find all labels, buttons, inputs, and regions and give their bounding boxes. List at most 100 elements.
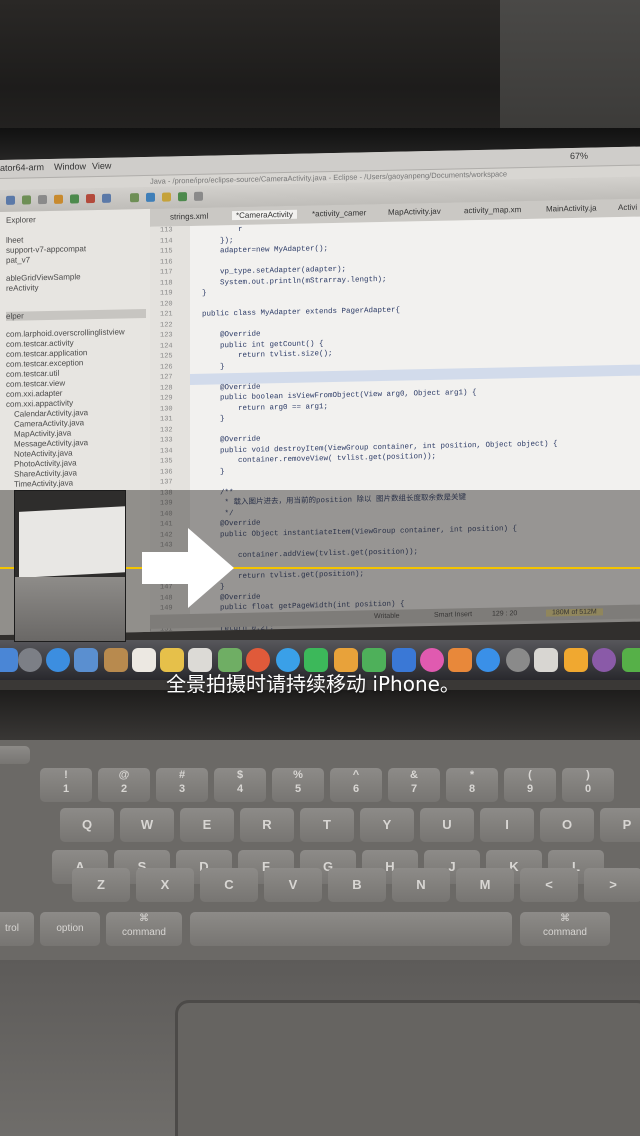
line-number: 123 (160, 331, 173, 340)
key-8: * 8 (446, 768, 498, 802)
thumbnail-screen (19, 506, 125, 578)
line-number: 118 (160, 278, 173, 288)
explorer-item: com.testcar.util (6, 368, 60, 379)
key-6: ^ 6 (330, 768, 382, 802)
key-c: C (200, 868, 258, 902)
key-7-symbol: & (410, 769, 418, 781)
key-u: U (420, 808, 474, 842)
command-symbol-icon: ⌘ (139, 913, 149, 924)
line-number: 127 (160, 373, 173, 382)
key-command-right: ⌘ command (520, 912, 610, 946)
key-comma: < (520, 868, 578, 902)
toolbar-icon (86, 194, 95, 204)
explorer-item: CalendarActivity.java (14, 408, 89, 419)
menubar-item-window: Window (54, 161, 87, 172)
key-command-left-label: command (122, 927, 166, 938)
key-r: R (240, 808, 294, 842)
explorer-item: TimeActivity.java (14, 478, 74, 489)
key-9-symbol: ( (528, 769, 532, 781)
line-number: 119 (160, 289, 173, 298)
key-6-symbol: ^ (352, 769, 360, 781)
key-5-symbol: % (293, 769, 303, 781)
key-1-number: 1 (62, 783, 70, 795)
explorer-item: NoteActivity.java (14, 448, 73, 459)
key-space (190, 912, 512, 946)
key-o: O (540, 808, 594, 842)
line-number: 133 (160, 436, 173, 445)
line-number: 114 (160, 236, 173, 246)
line-number: 134 (160, 446, 173, 456)
key-6-number: 6 (352, 783, 360, 795)
line-number: 117 (160, 268, 173, 277)
explorer-item: MessageActivity.java (14, 438, 89, 449)
toolbar-icon (54, 194, 63, 204)
line-number: 137 (160, 478, 173, 487)
tab-strings-xml: strings.xml (170, 211, 209, 222)
battery-level: 67% (570, 150, 589, 162)
tab-activity-map: activity_map.xm (464, 205, 522, 216)
explorer-item: com.xxi.appactivity (6, 398, 74, 409)
key-0-symbol: ) (586, 769, 590, 781)
explorer-item: elper (6, 308, 146, 321)
line-number: 128 (160, 383, 173, 393)
key-e: E (180, 808, 234, 842)
line-number: 130 (160, 404, 173, 414)
key-0-number: 0 (584, 783, 592, 795)
key-m: M (456, 868, 514, 902)
line-number: 116 (160, 257, 173, 267)
line-number: 126 (160, 362, 173, 372)
key-tab (0, 746, 30, 764)
tab-activity-camer: *activity_camer (312, 208, 367, 219)
explorer-item: com.testcar.view (6, 378, 66, 389)
tab-camera-activity: *CameraActivity (232, 209, 297, 221)
key-2: @2 (98, 768, 150, 802)
key-4: $4 (214, 768, 266, 802)
line-number: 129 (160, 394, 173, 403)
key-3-number: 3 (178, 783, 186, 795)
key-8-number: 8 (468, 783, 476, 795)
key-9: (9 (504, 768, 556, 802)
key-w: W (120, 808, 174, 842)
explorer-item: com.testcar.application (6, 348, 88, 359)
key-q: Q (60, 808, 114, 842)
explorer-item: ShareActivity.java (14, 468, 77, 479)
line-number: 120 (160, 299, 173, 309)
key-command-left: ⌘ command (106, 912, 182, 946)
key-5-number: 5 (294, 783, 302, 795)
explorer-item: lheet (6, 235, 24, 245)
explorer-item: com.larphoid.overscrollinglistview (6, 327, 125, 339)
key-n: N (392, 868, 450, 902)
key-period: > (584, 868, 640, 902)
key-4-symbol: $ (236, 769, 244, 781)
line-number: 124 (160, 341, 173, 351)
explorer-item: pat_v7 (6, 255, 31, 265)
explorer-item: reActivity (6, 283, 39, 293)
panorama-instruction: 全景拍摄时请持续移动 iPhone。 (0, 668, 640, 697)
key-option: option (40, 912, 100, 946)
line-number: 132 (160, 425, 173, 435)
key-0: ) 0 (562, 768, 614, 802)
explorer-item: Explorer (6, 215, 36, 225)
laptop-keyboard: ! 1 @2 #3 $4 % 5 ^ 6 & 7 * 8 (9 ) 0 Q W E R T … (0, 740, 640, 960)
key-1-symbol: ! (64, 769, 68, 781)
key-command-right-label: command (543, 927, 587, 938)
key-b: B (328, 868, 386, 902)
key-9-number: 9 (526, 783, 534, 795)
explorer-item: support-v7-appcompat (6, 244, 87, 255)
key-3: #3 (156, 768, 208, 802)
explorer-item: ableGridViewSample (6, 272, 81, 283)
arrow-right-icon (142, 528, 234, 608)
key-p: P (600, 808, 640, 842)
key-4-number: 4 (236, 783, 244, 795)
toolbar-icon (194, 191, 203, 201)
toolbar-icon (6, 195, 15, 205)
key-8-symbol: * (469, 769, 475, 781)
key-3-symbol: # (178, 769, 186, 781)
explorer-item: com.testcar.exception (6, 358, 84, 369)
line-number: 135 (160, 457, 173, 466)
key-v: V (264, 868, 322, 902)
key-x: X (136, 868, 194, 902)
key-2-number: 2 (120, 783, 128, 795)
line-number: 125 (160, 352, 173, 361)
explorer-item: CameraActivity.java (14, 418, 85, 429)
